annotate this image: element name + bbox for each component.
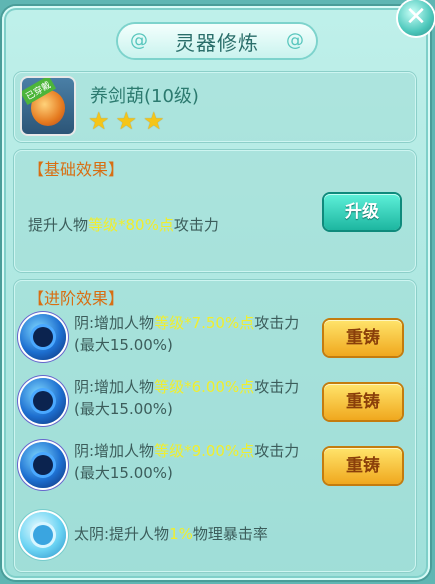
row-highlight: 等级*9.00%点: [154, 442, 255, 460]
recast-button[interactable]: 重铸: [324, 320, 402, 356]
row-suffix: 物理暴击率: [192, 525, 268, 543]
desc-prefix: 提升人物: [28, 216, 89, 234]
row-highlight: 等级*6.00%点: [154, 378, 255, 396]
yin-orb-icon: [20, 314, 66, 360]
advanced-row-text: 阴:增加人物等级*7.50%点攻击力(最大15.00%): [74, 312, 310, 356]
star-icon: ★: [115, 107, 138, 135]
recast-button[interactable]: 重铸: [324, 384, 402, 420]
row-highlight: 1%: [169, 525, 193, 543]
recast-button[interactable]: 重铸: [324, 448, 402, 484]
window-title: 灵器修炼: [175, 30, 259, 55]
row-prefix: 阴:增加人物: [74, 378, 155, 396]
advanced-effect-title: 【进阶效果】: [28, 289, 125, 308]
row-prefix: 阴:增加人物: [74, 442, 155, 460]
advanced-row: 太阴:提升人物1%物理暴击率: [18, 510, 418, 566]
close-icon: ✕: [405, 2, 427, 32]
title-bar: @ 灵器修炼 @: [118, 24, 316, 58]
row-prefix: 阴:增加人物: [74, 314, 155, 332]
row-highlight: 等级*7.50%点: [154, 314, 255, 332]
item-name: 养剑葫(10级): [90, 86, 199, 107]
item-icon[interactable]: 已穿戴: [22, 78, 74, 134]
basic-effect-title: 【基础效果】: [28, 160, 125, 179]
star-icon: ★: [88, 107, 110, 135]
advanced-row-text: 阴:增加人物等级*9.00%点攻击力(最大15.00%): [74, 440, 310, 484]
yin-orb-icon: [20, 442, 66, 488]
upgrade-button[interactable]: 升级: [324, 194, 400, 230]
swirl-icon: @: [286, 30, 304, 51]
star-rating: ★ ★ ★: [88, 109, 165, 133]
advanced-row-text: 太阴:提升人物1%物理暴击率: [74, 523, 310, 545]
advanced-row: 阴:增加人物等级*9.00%点攻击力(最大15.00%) 重铸: [18, 440, 418, 496]
advanced-row-text: 阴:增加人物等级*6.00%点攻击力(最大15.00%): [74, 376, 310, 420]
yin-orb-icon: [20, 378, 66, 424]
desc-highlight: 等级*80%点: [88, 216, 174, 234]
advanced-row: 阴:增加人物等级*6.00%点攻击力(最大15.00%) 重铸: [18, 376, 418, 432]
taiyin-orb-icon: [20, 512, 66, 558]
basic-effect-desc: 提升人物等级*80%点攻击力: [28, 214, 219, 235]
row-prefix: 太阴:提升人物: [74, 525, 170, 543]
swirl-icon: @: [130, 30, 148, 51]
close-button[interactable]: ✕: [398, 0, 434, 36]
advanced-row: 阴:增加人物等级*7.50%点攻击力(最大15.00%) 重铸: [18, 312, 418, 368]
star-icon: ★: [143, 107, 165, 135]
item-info-box: [14, 72, 416, 142]
desc-suffix: 攻击力: [173, 216, 219, 234]
